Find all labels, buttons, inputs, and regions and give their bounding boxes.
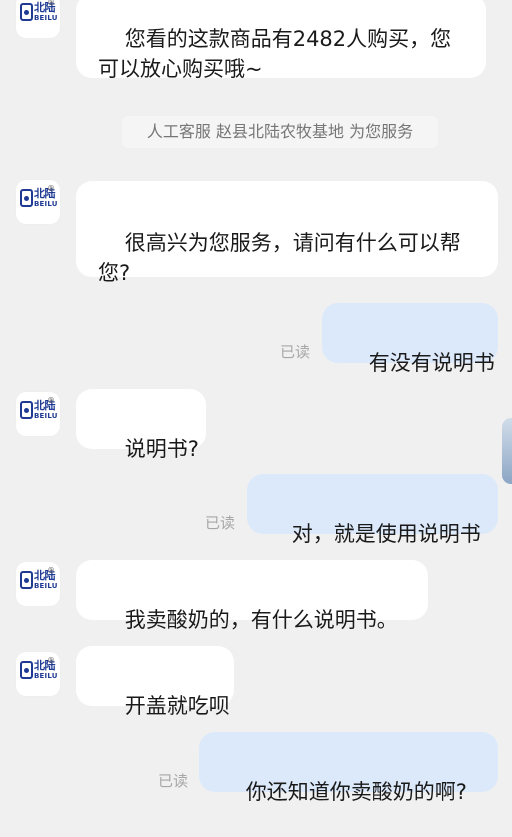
message-text: 你还知道你卖酸奶的啊?	[245, 780, 467, 804]
bottle-icon	[20, 3, 33, 21]
registered-mark: ®	[47, 0, 55, 7]
message-text: 对，就是使用说明书	[291, 522, 481, 546]
message-bubble-outgoing[interactable]: 对，就是使用说明书	[247, 474, 498, 546]
registered-mark: ®	[47, 566, 55, 575]
message-bubble-incoming[interactable]: 我卖酸奶的，有什么说明书。	[76, 560, 428, 632]
bottle-icon	[20, 571, 33, 589]
message-text: 很高兴为您服务，请问有什么可以帮您?	[98, 231, 461, 285]
brand-name-en: BEILU	[34, 412, 58, 420]
message-bubble-incoming[interactable]: 开盖就吃呗	[76, 646, 234, 718]
message-bubble-outgoing[interactable]: 有没有说明书	[322, 303, 498, 375]
bottle-icon	[20, 189, 33, 207]
message-bubble-incoming[interactable]: 很高兴为您服务，请问有什么可以帮您?	[76, 181, 498, 285]
message-text: 有没有说明书	[368, 351, 495, 375]
message-text: 我卖酸奶的，有什么说明书。	[124, 608, 398, 632]
message-text: 您看的这款商品有2482人购买，您可以放心购买哦~	[98, 27, 452, 81]
system-notice: 人工客服 赵县北陆农牧基地 为您服务	[122, 116, 438, 148]
shop-avatar[interactable]: 北陆 BEILU ®	[16, 180, 60, 224]
beilu-logo: 北陆 BEILU ®	[20, 0, 58, 26]
message-text: 开盖就吃呗	[124, 694, 230, 718]
bottle-icon	[20, 401, 33, 419]
brand-name-en: BEILU	[34, 582, 58, 590]
beilu-logo: 北陆 BEILU ®	[20, 566, 58, 594]
shop-avatar[interactable]: 北陆 BEILU ®	[16, 0, 60, 38]
brand-name-en: BEILU	[34, 200, 58, 208]
read-status: 已读	[158, 772, 189, 790]
shop-avatar[interactable]: 北陆 BEILU ®	[16, 562, 60, 606]
chat-thread: 北陆 BEILU ® 您看的这款商品有2482人购买，您可以放心购买哦~ 人工客…	[0, 0, 512, 804]
brand-name-en: BEILU	[34, 14, 58, 22]
registered-mark: ®	[47, 656, 55, 665]
message-bubble-incoming[interactable]: 说明书?	[76, 389, 206, 461]
message-bubble-outgoing[interactable]: 你还知道你卖酸奶的啊?	[199, 732, 498, 804]
floating-side-handle[interactable]	[502, 418, 512, 484]
read-status: 已读	[205, 514, 236, 532]
beilu-logo: 北陆 BEILU ®	[20, 396, 58, 424]
shop-avatar[interactable]: 北陆 BEILU ®	[16, 392, 60, 436]
read-status: 已读	[280, 343, 311, 361]
message-text: 说明书?	[124, 437, 199, 461]
shop-avatar[interactable]: 北陆 BEILU ®	[16, 652, 60, 696]
registered-mark: ®	[47, 396, 55, 405]
bottle-icon	[20, 661, 33, 679]
registered-mark: ®	[47, 184, 55, 193]
brand-name-en: BEILU	[34, 672, 58, 680]
message-bubble-incoming[interactable]: 您看的这款商品有2482人购买，您可以放心购买哦~	[76, 0, 486, 81]
beilu-logo: 北陆 BEILU ®	[20, 656, 58, 684]
beilu-logo: 北陆 BEILU ®	[20, 184, 58, 212]
